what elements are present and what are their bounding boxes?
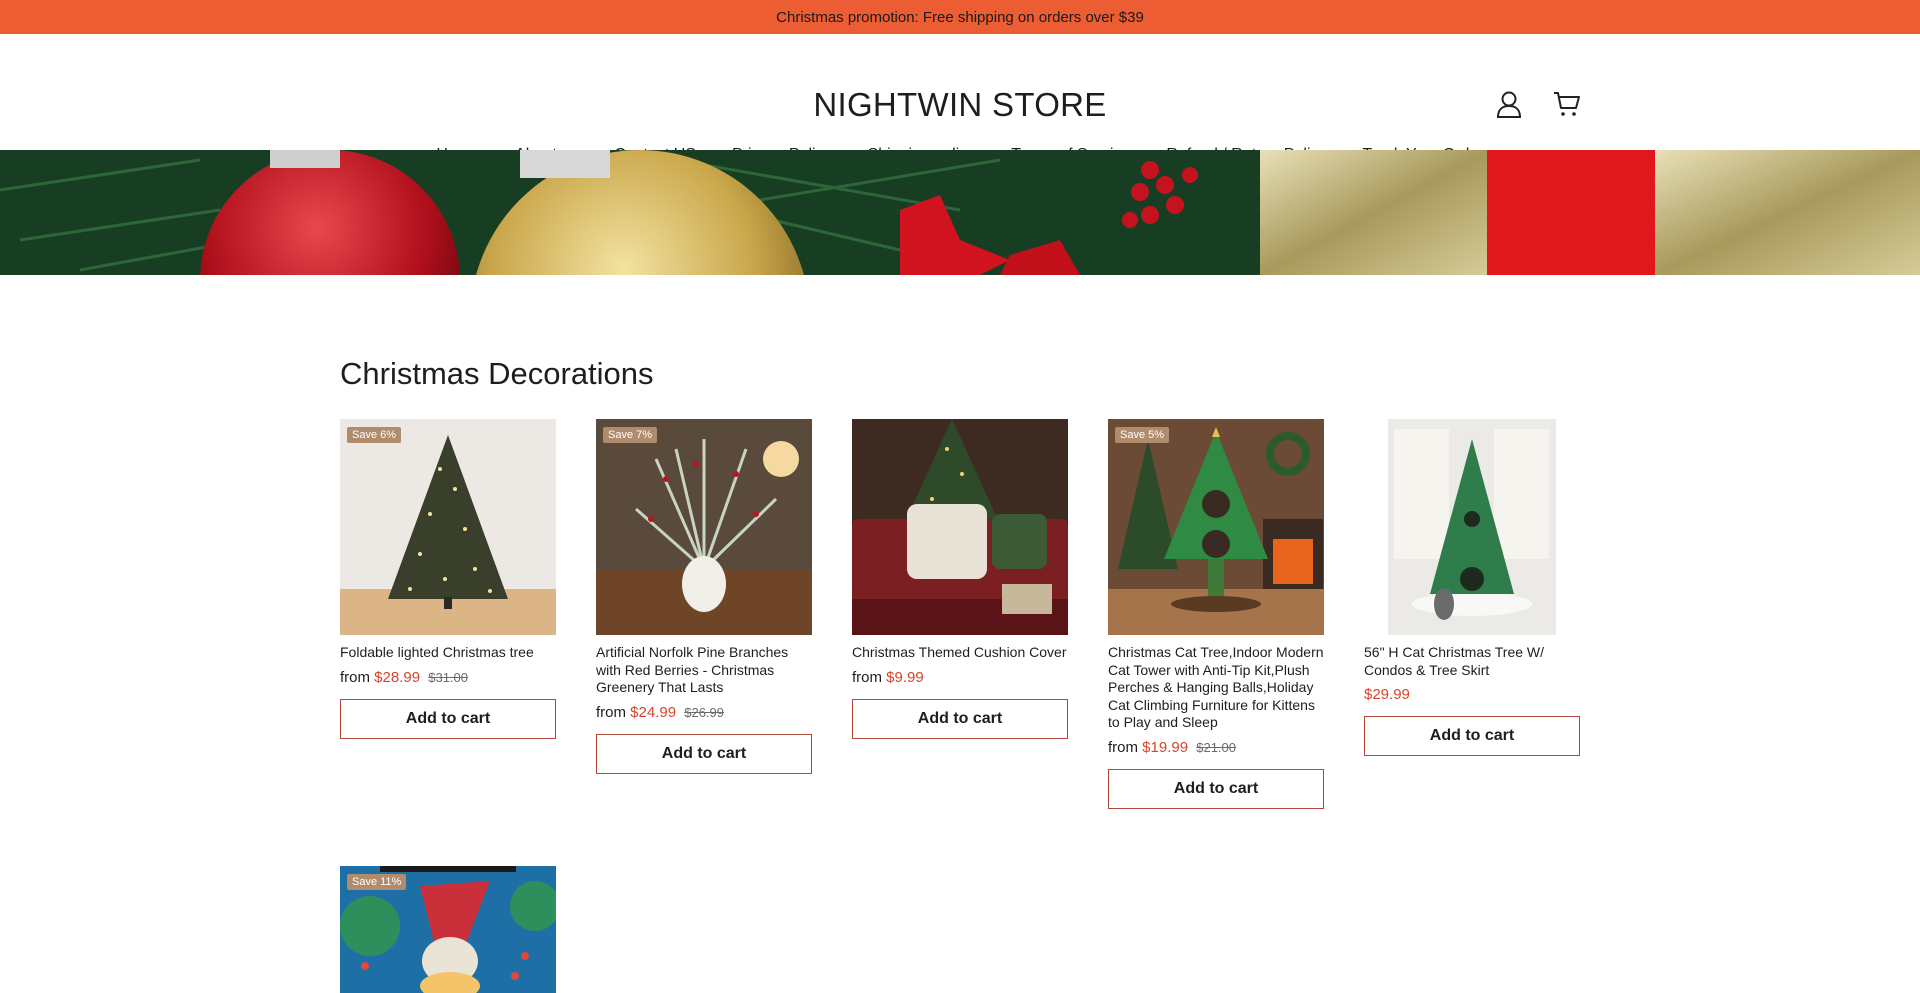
product-card: Save 7% Artificial Norfolk Pine Branches… <box>596 419 812 809</box>
product-card: 56" H Cat Christmas Tree W/ Condos & Tre… <box>1364 419 1580 809</box>
sale-price: $9.99 <box>886 668 924 686</box>
price-prefix: from <box>852 668 882 686</box>
product-image[interactable]: Save 5% <box>1108 419 1324 635</box>
original-price: $31.00 <box>428 669 468 685</box>
hero-banner <box>0 150 1920 275</box>
product-price: from $19.99 $21.00 <box>1108 739 1324 756</box>
product-price: $29.99 <box>1364 686 1580 703</box>
promo-text: Christmas promotion: Free shipping on or… <box>776 8 1144 26</box>
product-image[interactable]: Save 7% <box>596 419 812 635</box>
hero-banner-image <box>0 150 1920 275</box>
price-prefix: from <box>340 668 370 686</box>
discount-badge: Save 5% <box>1115 427 1170 443</box>
sale-price: $24.99 <box>630 703 677 721</box>
product-image[interactable]: Save 6% <box>340 419 556 635</box>
price-prefix: from <box>596 703 626 721</box>
discount-badge: Save 6% <box>347 427 402 443</box>
add-to-cart-button[interactable]: Add to cart <box>1364 716 1580 756</box>
product-card: Save 11% <box>340 866 556 993</box>
discount-badge: Save 11% <box>347 874 407 890</box>
product-card: Save 5% Christmas Cat Tree,Indoor Modern… <box>1108 419 1324 809</box>
product-card: Save 6% Foldable lighted Christmas tree … <box>340 419 556 809</box>
price-prefix: from <box>1108 738 1138 756</box>
site-header: NIGHTWIN STORE Home About us Contact US … <box>0 34 1920 163</box>
product-price: from $9.99 <box>852 669 1068 686</box>
add-to-cart-button[interactable]: Add to cart <box>340 698 556 739</box>
product-title[interactable]: Artificial Norfolk Pine Branches with Re… <box>596 644 812 697</box>
section-title: Christmas Decorations <box>340 356 654 391</box>
product-title[interactable]: Foldable lighted Christmas tree <box>340 644 556 662</box>
user-icon[interactable] <box>1495 90 1523 118</box>
sale-price: $19.99 <box>1142 738 1189 756</box>
cart-icon[interactable] <box>1553 90 1581 118</box>
product-card: Christmas Themed Cushion Cover from $9.9… <box>852 419 1068 809</box>
add-to-cart-button[interactable]: Add to cart <box>852 698 1068 739</box>
product-title[interactable]: Christmas Cat Tree,Indoor Modern Cat Tow… <box>1108 644 1324 732</box>
product-title[interactable]: Christmas Themed Cushion Cover <box>852 644 1068 662</box>
sale-price: $29.99 <box>1364 686 1410 703</box>
store-logo[interactable]: NIGHTWIN STORE <box>0 86 1920 124</box>
product-title[interactable]: 56" H Cat Christmas Tree W/ Condos & Tre… <box>1364 644 1580 679</box>
product-image[interactable] <box>852 419 1068 635</box>
product-price: from $24.99 $26.99 <box>596 704 812 721</box>
sale-price: $28.99 <box>374 668 421 686</box>
discount-badge: Save 7% <box>603 427 658 443</box>
header-icons <box>1495 90 1581 118</box>
product-grid: Save 6% Foldable lighted Christmas tree … <box>340 419 1580 809</box>
original-price: $26.99 <box>684 704 724 720</box>
promo-banner: Christmas promotion: Free shipping on or… <box>0 0 1920 34</box>
product-price: from $28.99 $31.00 <box>340 669 556 686</box>
original-price: $21.00 <box>1196 739 1236 755</box>
product-image[interactable] <box>1364 419 1580 635</box>
add-to-cart-button[interactable]: Add to cart <box>1108 768 1324 809</box>
add-to-cart-button[interactable]: Add to cart <box>596 733 812 774</box>
product-image[interactable]: Save 11% <box>340 866 556 993</box>
